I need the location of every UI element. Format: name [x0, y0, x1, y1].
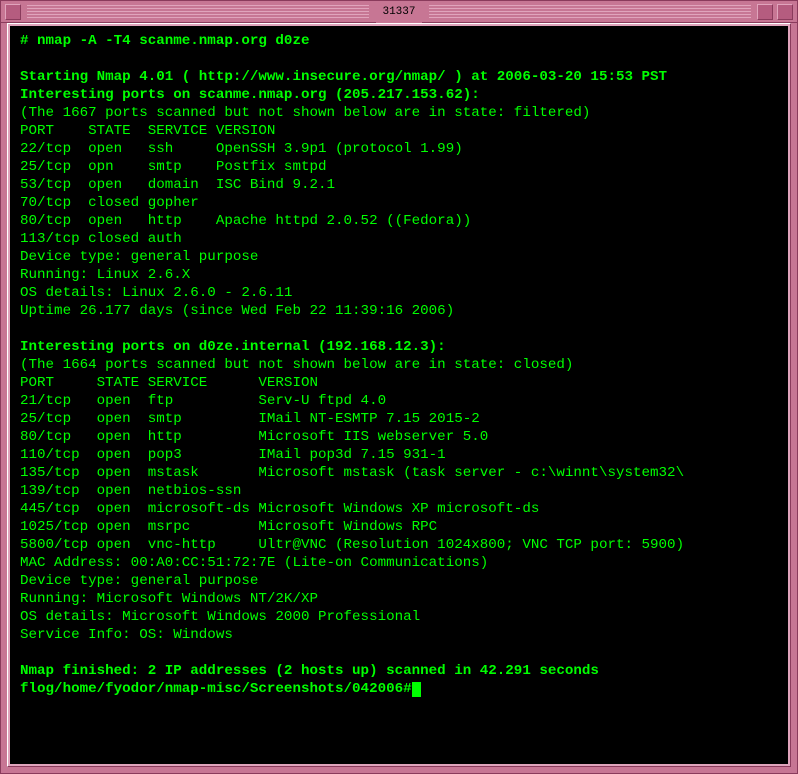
term-host2-header: PORT STATE SERVICE VERSION [20, 374, 784, 392]
term-host1-port: 70/tcp closed gopher [20, 194, 784, 212]
term-host2-port: 80/tcp open http Microsoft IIS webserver… [20, 428, 784, 446]
term-host1-meta: Running: Linux 2.6.X [20, 266, 784, 284]
term-host2-port: 25/tcp open smtp IMail NT-ESMTP 7.15 201… [20, 410, 784, 428]
term-host1-port: 53/tcp open domain ISC Bind 9.2.1 [20, 176, 784, 194]
term-finished: Nmap finished: 2 IP addresses (2 hosts u… [20, 662, 784, 680]
titlebar-stripes-right [429, 5, 751, 18]
term-host2-port: 5800/tcp open vnc-http Ultr@VNC (Resolut… [20, 536, 784, 554]
term-host1-meta: Device type: general purpose [20, 248, 784, 266]
term-host2-meta: Running: Microsoft Windows NT/2K/XP [20, 590, 784, 608]
term-host1-port: 113/tcp closed auth [20, 230, 784, 248]
window-title: 31337 [376, 1, 421, 23]
term-start: Starting Nmap 4.01 ( http://www.insecure… [20, 68, 784, 86]
term-host2-port: 1025/tcp open msrpc Microsoft Windows RP… [20, 518, 784, 536]
term-host2-meta: MAC Address: 00:A0:CC:51:72:7E (Lite-on … [20, 554, 784, 572]
term-prompt[interactable]: flog/home/fyodor/nmap-misc/Screenshots/0… [20, 680, 784, 698]
term-host1-meta: OS details: Linux 2.6.0 - 2.6.11 [20, 284, 784, 302]
term-host1-filtered: (The 1667 ports scanned but not shown be… [20, 104, 784, 122]
term-host1-port: 22/tcp open ssh OpenSSH 3.9p1 (protocol … [20, 140, 784, 158]
term-host2-filtered: (The 1664 ports scanned but not shown be… [20, 356, 784, 374]
term-host1-port: 25/tcp opn smtp Postfix smtpd [20, 158, 784, 176]
term-blank [20, 320, 784, 338]
window-minimize-button[interactable] [757, 4, 773, 20]
term-host2-meta: Service Info: OS: Windows [20, 626, 784, 644]
window-frame: 31337 # nmap -A -T4 scanme.nmap.org d0ze… [0, 0, 798, 774]
titlebar[interactable]: 31337 [1, 1, 797, 23]
term-prompt-text: flog/home/fyodor/nmap-misc/Screenshots/0… [20, 681, 412, 697]
term-host2-meta: OS details: Microsoft Windows 2000 Profe… [20, 608, 784, 626]
term-host2-port: 21/tcp open ftp Serv-U ftpd 4.0 [20, 392, 784, 410]
term-host1-port: 80/tcp open http Apache httpd 2.0.52 ((F… [20, 212, 784, 230]
term-host2-meta: Device type: general purpose [20, 572, 784, 590]
cursor-icon [412, 682, 421, 697]
titlebar-stripes-left [27, 5, 369, 18]
term-host2-port: 445/tcp open microsoft-ds Microsoft Wind… [20, 500, 784, 518]
terminal-border: # nmap -A -T4 scanme.nmap.org d0ze Start… [7, 23, 791, 767]
term-host2-port: 135/tcp open mstask Microsoft mstask (ta… [20, 464, 784, 482]
term-host1-meta: Uptime 26.177 days (since Wed Feb 22 11:… [20, 302, 784, 320]
term-host2-port: 110/tcp open pop3 IMail pop3d 7.15 931-1 [20, 446, 784, 464]
term-host2-intro: Interesting ports on d0ze.internal (192.… [20, 338, 784, 356]
term-host1-header: PORT STATE SERVICE VERSION [20, 122, 784, 140]
term-blank [20, 644, 784, 662]
term-host1-intro: Interesting ports on scanme.nmap.org (20… [20, 86, 784, 104]
window-maximize-button[interactable] [777, 4, 793, 20]
terminal[interactable]: # nmap -A -T4 scanme.nmap.org d0ze Start… [10, 26, 788, 764]
term-command: # nmap -A -T4 scanme.nmap.org d0ze [20, 32, 784, 50]
term-blank [20, 50, 784, 68]
term-host2-port: 139/tcp open netbios-ssn [20, 482, 784, 500]
window-menu-button[interactable] [5, 4, 21, 20]
